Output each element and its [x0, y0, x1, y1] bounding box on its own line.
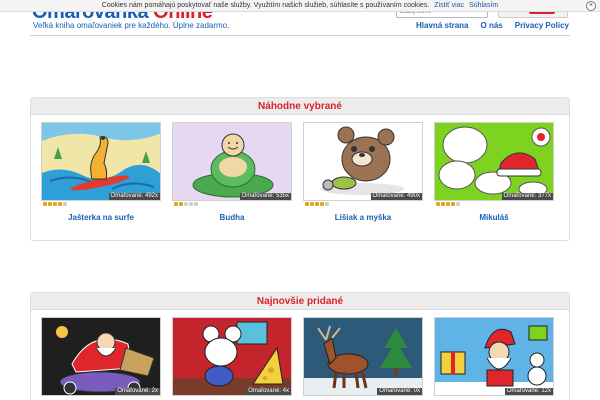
colored-count-badge: Omaľované: 12x	[504, 388, 553, 395]
rating-stars	[172, 202, 292, 208]
colored-count-badge: Omaľované: 490x	[370, 193, 422, 200]
star-icon[interactable]	[53, 202, 57, 206]
star-icon[interactable]	[184, 202, 188, 206]
star-icon[interactable]	[456, 202, 460, 206]
star-icon[interactable]	[189, 202, 193, 206]
colored-count-badge: Omaľované: 0x	[377, 388, 422, 395]
buddha-picture	[173, 123, 291, 200]
star-icon[interactable]	[441, 202, 445, 206]
star-icon[interactable]	[174, 202, 178, 206]
coloring-thumbnail[interactable]: Omaľované: 4x	[172, 317, 292, 396]
coloring-thumbnail[interactable]: Omaľované: 377x	[434, 122, 554, 201]
card-title-link[interactable]: Mikuláš	[434, 213, 554, 222]
star-icon[interactable]	[451, 202, 455, 206]
reindeer-picture	[304, 318, 422, 395]
site-tagline: Veľká kniha omaľovaniek pre každého. Úpl…	[33, 21, 230, 30]
star-icon[interactable]	[43, 202, 47, 206]
coloring-thumbnail[interactable]: Omaľované: 490x	[303, 122, 423, 201]
colored-count-badge: Omaľované: 492x	[108, 193, 160, 200]
star-icon[interactable]	[325, 202, 329, 206]
cookie-bar: Cookies nám pomáhajú poskytovať naše slu…	[0, 0, 600, 12]
coloring-card[interactable]: Omaľované: 492x Jašterka na surfe	[41, 122, 161, 222]
section-title: Náhodne vybrané	[31, 98, 569, 115]
star-icon[interactable]	[194, 202, 198, 206]
colored-count-badge: Omaľované: 4x	[246, 388, 291, 395]
colored-count-badge: Omaľované: 377x	[501, 193, 553, 200]
colored-count-badge: Omaľované: 535x	[239, 193, 291, 200]
nav-privacy-link[interactable]: Privacy Policy	[515, 21, 569, 30]
star-icon[interactable]	[446, 202, 450, 206]
santa-picture	[435, 123, 553, 200]
fox-mouse-picture	[304, 123, 422, 200]
main-nav: Hlavná strana O nás Privacy Policy	[416, 21, 569, 30]
card-title-link[interactable]: Jašterka na surfe	[41, 213, 161, 222]
card-title-link[interactable]: Líšiak a myška	[303, 213, 423, 222]
coloring-thumbnail[interactable]: Omaľované: 2x	[41, 317, 161, 396]
lizard-surf-picture	[42, 123, 160, 200]
coloring-thumbnail[interactable]: Omaľované: 535x	[172, 122, 292, 201]
coloring-thumbnail[interactable]: Omaľované: 492x	[41, 122, 161, 201]
coloring-card[interactable]: Omaľované: 4x	[172, 317, 292, 396]
coloring-card[interactable]: Omaľované: 490x Líšiak a myška	[303, 122, 423, 222]
section-title: Najnovšie pridané	[31, 293, 569, 310]
coloring-card[interactable]: Omaľované: 12x	[434, 317, 554, 396]
star-icon[interactable]	[48, 202, 52, 206]
cookie-more-link[interactable]: Zistiť viac	[434, 2, 464, 9]
star-icon[interactable]	[58, 202, 62, 206]
coloring-card[interactable]: Omaľované: 535x Budha	[172, 122, 292, 222]
star-icon[interactable]	[320, 202, 324, 206]
star-icon[interactable]	[305, 202, 309, 206]
santa-gifts-picture	[435, 318, 553, 395]
star-icon[interactable]	[63, 202, 67, 206]
close-icon[interactable]: ×	[586, 1, 596, 11]
star-icon[interactable]	[436, 202, 440, 206]
cookie-text: Cookies nám pomáhajú poskytovať naše slu…	[101, 2, 430, 9]
random-section: Náhodne vybrané Omaľované: 492x Jašterka…	[30, 97, 570, 241]
star-icon[interactable]	[310, 202, 314, 206]
header-divider	[30, 35, 570, 36]
rating-stars	[434, 202, 554, 208]
star-icon[interactable]	[315, 202, 319, 206]
colored-count-badge: Omaľované: 2x	[115, 388, 160, 395]
star-icon[interactable]	[179, 202, 183, 206]
coloring-thumbnail[interactable]: Omaľované: 0x	[303, 317, 423, 396]
rating-stars	[41, 202, 161, 208]
mouse-cheese-picture	[173, 318, 291, 395]
nav-home-link[interactable]: Hlavná strana	[416, 21, 468, 30]
rating-stars	[303, 202, 423, 208]
coloring-card[interactable]: Omaľované: 0x	[303, 317, 423, 396]
cookie-agree-link[interactable]: Súhlasím	[469, 2, 498, 9]
card-title-link[interactable]: Budha	[172, 213, 292, 222]
nav-about-link[interactable]: O nás	[481, 21, 503, 30]
coloring-thumbnail[interactable]: Omaľované: 12x	[434, 317, 554, 396]
coloring-card[interactable]: Omaľované: 2x	[41, 317, 161, 396]
coloring-card[interactable]: Omaľované: 377x Mikuláš	[434, 122, 554, 222]
newest-section: Najnovšie pridané Omaľované: 2x Omaľovan…	[30, 292, 570, 400]
santa-scooter-picture	[42, 318, 160, 395]
